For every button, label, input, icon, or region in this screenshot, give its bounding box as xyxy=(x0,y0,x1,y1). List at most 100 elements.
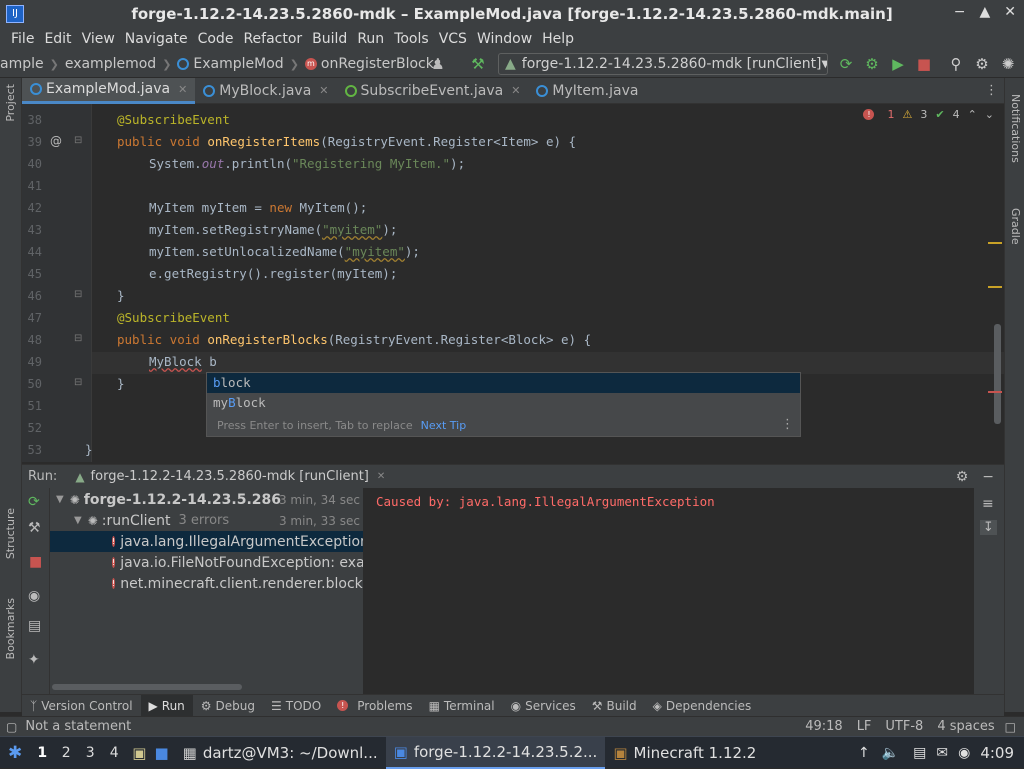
hide-panel-icon[interactable]: − xyxy=(982,469,994,485)
menu-run[interactable]: Run xyxy=(352,28,389,50)
close-tab-icon[interactable]: ✕ xyxy=(178,83,187,96)
status-panel-toggle-icon[interactable]: ▢ xyxy=(6,720,17,734)
menu-window[interactable]: Window xyxy=(472,28,537,50)
task-terminal[interactable]: ▦ dartz@VM3: ~/Downl... xyxy=(175,737,386,769)
tree-row[interactable]: ▼ ✺ :runClient 3 errors 3 min, 33 sec xyxy=(50,510,363,531)
console-output[interactable]: Caused by: java.lang.IllegalArgumentExce… xyxy=(364,488,974,694)
caret-position[interactable]: 49:18 xyxy=(805,719,842,734)
user-icon[interactable]: ♟ xyxy=(428,54,448,74)
menu-refactor[interactable]: Refactor xyxy=(238,28,307,50)
tab-version-control[interactable]: ᛉ Version Control xyxy=(22,695,141,717)
tab-services[interactable]: ◉ Services xyxy=(503,695,584,717)
close-run-tab-icon[interactable]: ✕ xyxy=(377,471,385,482)
menu-view[interactable]: View xyxy=(77,28,120,50)
fold-icon[interactable]: ⊟ xyxy=(74,333,82,344)
tree-row[interactable]: ! net.minecraft.client.renderer.block.r xyxy=(50,573,363,594)
tab-myblock[interactable]: MyBlock.java ✕ xyxy=(195,78,336,104)
notifications-tool-button[interactable]: Notifications xyxy=(1009,94,1022,163)
menu-file[interactable]: File xyxy=(6,28,39,50)
run-tab-label[interactable]: forge-1.12.2-14.23.5.2860-mdk [runClient… xyxy=(91,469,369,484)
workspace-4[interactable]: 4 xyxy=(102,745,126,761)
warning-stripe[interactable] xyxy=(988,286,1002,288)
notification-icon[interactable]: ✉ xyxy=(936,745,948,761)
tab-terminal[interactable]: ▦ Terminal xyxy=(421,695,503,717)
workspace-1[interactable]: 1 xyxy=(30,745,54,761)
file-encoding[interactable]: UTF-8 xyxy=(885,719,923,734)
completion-item[interactable]: myBlock xyxy=(207,393,800,413)
close-icon[interactable]: ✕ xyxy=(1004,4,1016,20)
tree-row[interactable]: ! java.lang.IllegalArgumentException xyxy=(50,531,363,552)
warning-stripe[interactable] xyxy=(988,242,1002,244)
menu-navigate[interactable]: Navigate xyxy=(120,28,193,50)
rerun-icon[interactable]: ⟳ xyxy=(836,54,856,74)
tab-problems[interactable]: ! Problems xyxy=(329,695,420,717)
editor-scrollbar[interactable] xyxy=(994,324,1001,424)
tab-run[interactable]: ▶ Run xyxy=(140,694,193,717)
run-configuration-select[interactable]: ▲ forge-1.12.2-14.23.5.2860-mdk [runClie… xyxy=(498,53,828,75)
tab-myitem[interactable]: MyItem.java xyxy=(528,78,646,104)
line-separator[interactable]: LF xyxy=(857,719,872,734)
layout-icon[interactable]: ▤ xyxy=(28,618,41,634)
menu-help[interactable]: Help xyxy=(537,28,579,50)
inspection-widget[interactable]: ! 1 ⚠ 3 ✔ 4 ⌃ ⌄ xyxy=(863,108,994,121)
maximize-icon[interactable]: ▲ xyxy=(979,4,990,20)
implemented-marker-icon[interactable]: @ xyxy=(50,134,62,148)
clock[interactable]: 4:09 xyxy=(980,744,1014,762)
network-icon[interactable]: ▤ xyxy=(913,745,926,761)
next-tip-link[interactable]: Next Tip xyxy=(421,419,467,432)
tab-debug[interactable]: ⚙ Debug xyxy=(193,695,263,717)
menu-build[interactable]: Build xyxy=(307,28,352,50)
tab-subscribeevent[interactable]: SubscribeEvent.java ✕ xyxy=(337,78,529,104)
tab-todo[interactable]: ☰ TODO xyxy=(263,695,329,717)
next-highlight-icon[interactable]: ⌄ xyxy=(985,108,994,121)
tree-row[interactable]: ! java.io.FileNotFoundException: exar xyxy=(50,552,363,573)
breadcrumb-class[interactable]: ExampleMod xyxy=(193,56,283,72)
breadcrumb-package-partial[interactable]: ample xyxy=(0,56,44,72)
file-manager-icon[interactable]: ▣ xyxy=(132,744,146,762)
menu-edit[interactable]: Edit xyxy=(39,28,76,50)
tree-row[interactable]: ▼ ✺ forge-1.12.2-14.23.5.286 3 min, 34 s… xyxy=(50,489,363,510)
tree-scrollbar[interactable] xyxy=(52,684,242,690)
arrow-up-icon[interactable]: ↑ xyxy=(858,745,870,761)
menu-vcs[interactable]: VCS xyxy=(434,28,472,50)
lock-icon[interactable]: □ xyxy=(1005,720,1016,734)
task-minecraft[interactable]: ▣ Minecraft 1.12.2 xyxy=(605,737,764,769)
tab-dependencies[interactable]: ◈ Dependencies xyxy=(645,695,760,717)
project-tool-button[interactable]: Project xyxy=(4,84,17,122)
build-hammer-icon[interactable]: ⚒ xyxy=(468,54,488,74)
breadcrumb-examplemod[interactable]: examplemod xyxy=(65,56,156,72)
structure-tool-button[interactable]: Structure xyxy=(4,508,17,559)
tab-examplemod[interactable]: ExampleMod.java ✕ xyxy=(22,77,196,104)
breadcrumb-method[interactable]: onRegisterBlocks xyxy=(321,56,441,72)
close-tab-icon[interactable]: ✕ xyxy=(319,84,328,97)
tab-build[interactable]: ⚒ Build xyxy=(584,695,645,717)
search-icon[interactable]: ⚲ xyxy=(946,54,966,74)
close-tab-icon[interactable]: ✕ xyxy=(511,84,520,97)
desktop-icon[interactable]: ■ xyxy=(154,744,168,762)
soft-wrap-icon[interactable]: ≡ xyxy=(982,496,994,512)
start-menu-icon[interactable]: ✱ xyxy=(8,743,22,763)
indent-setting[interactable]: 4 spaces xyxy=(937,719,994,734)
menu-code[interactable]: Code xyxy=(193,28,239,50)
completion-item[interactable]: block xyxy=(207,373,800,393)
update-icon[interactable]: ✺ xyxy=(998,54,1018,74)
run-coverage-icon[interactable]: ▶ xyxy=(888,54,908,74)
debug-bug-icon[interactable]: ⚙ xyxy=(862,54,882,74)
rerun-icon[interactable]: ⟳ xyxy=(28,494,40,510)
workspace-2[interactable]: 2 xyxy=(54,745,78,761)
tabs-more-icon[interactable]: ⋮ xyxy=(985,83,998,98)
settings-gear-icon[interactable]: ⚙ xyxy=(972,54,992,74)
volume-icon[interactable]: 🔈 xyxy=(882,745,899,761)
expand-arrow-icon[interactable]: ▼ xyxy=(74,515,82,526)
workspace-3[interactable]: 3 xyxy=(78,745,102,761)
error-stripe[interactable] xyxy=(988,391,1002,393)
stop-icon[interactable]: ■ xyxy=(914,54,934,74)
fold-icon[interactable]: ⊟ xyxy=(74,289,82,300)
stop-icon[interactable]: ■ xyxy=(29,554,42,570)
eye-icon[interactable]: ◉ xyxy=(28,588,40,604)
pin-icon[interactable]: ✦ xyxy=(28,652,40,668)
previous-highlight-icon[interactable]: ⌃ xyxy=(968,108,977,121)
bookmarks-tool-button[interactable]: Bookmarks xyxy=(4,598,17,659)
wrench-icon[interactable]: ⚒ xyxy=(28,520,41,536)
fold-icon[interactable]: ⊟ xyxy=(74,135,82,146)
